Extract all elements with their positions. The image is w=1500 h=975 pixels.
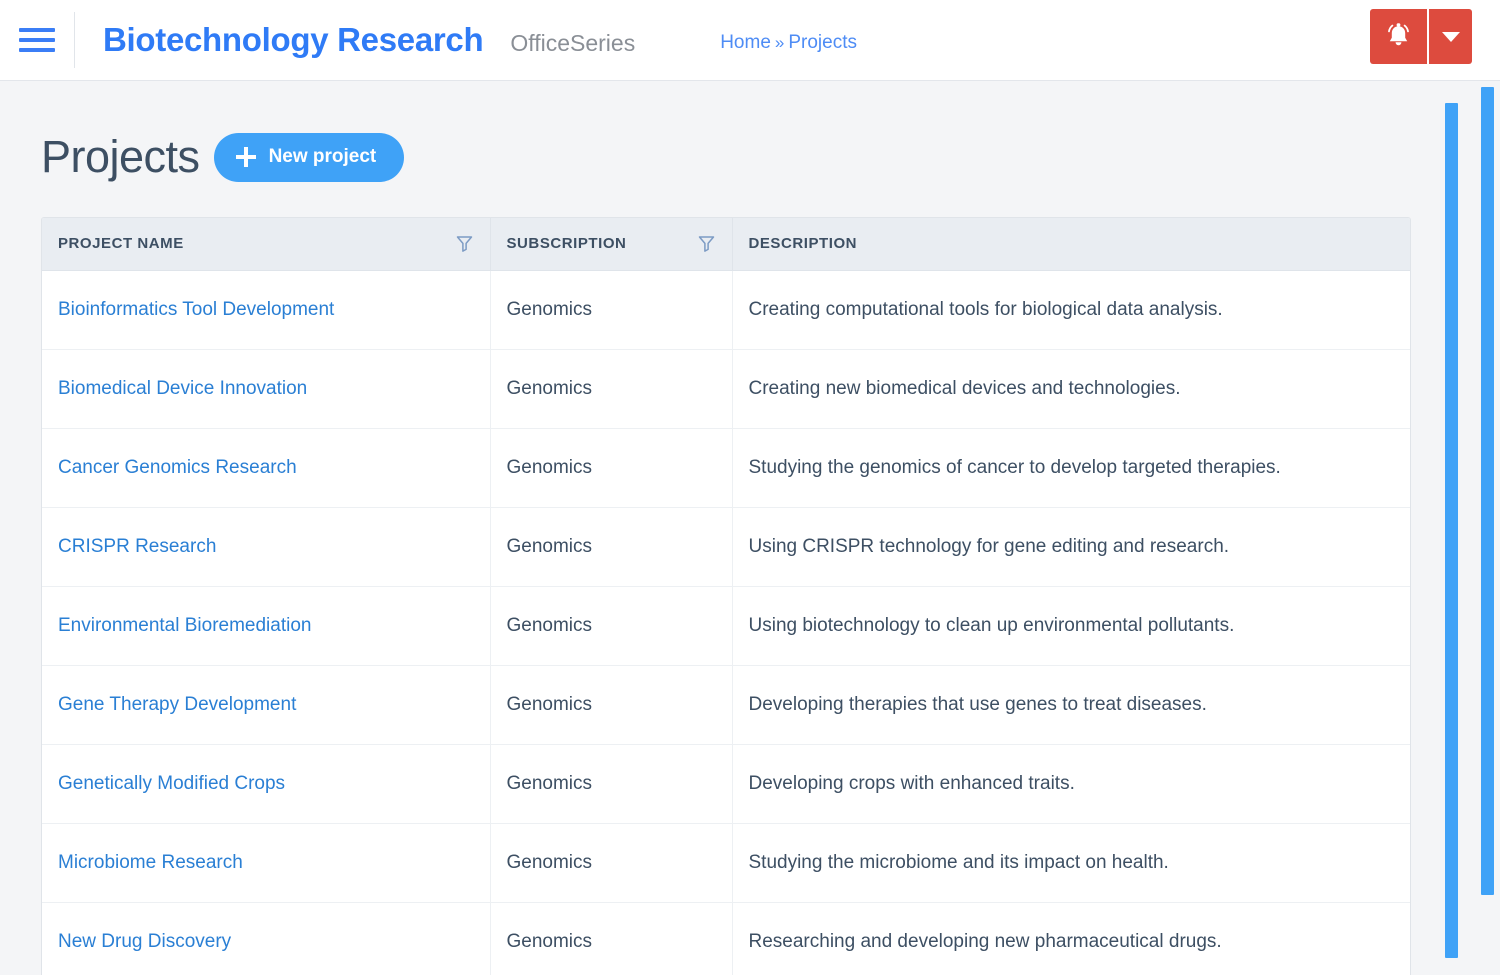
cell-project-name: New Drug Discovery <box>42 902 490 975</box>
cell-subscription: Genomics <box>490 744 732 823</box>
cell-description: Developing therapies that use genes to t… <box>732 665 1410 744</box>
table-row: Genetically Modified Crops GenomicsDevelo… <box>42 744 1410 823</box>
cell-project-name: CRISPR Research <box>42 507 490 586</box>
bell-icon <box>1385 22 1412 51</box>
table-row: Cancer Genomics Research GenomicsStudying… <box>42 428 1410 507</box>
cell-subscription: Genomics <box>490 507 732 586</box>
brand-subtitle: OfficeSeries <box>510 30 635 57</box>
table-row: CRISPR Research GenomicsUsing CRISPR tech… <box>42 507 1410 586</box>
hamburger-icon[interactable] <box>0 0 74 81</box>
cell-project-name: Gene Therapy Development <box>42 665 490 744</box>
cell-description: Developing crops with enhanced traits. <box>732 744 1410 823</box>
user-menu-dropdown-button[interactable] <box>1429 9 1472 64</box>
hamburger-bar-1 <box>19 28 55 32</box>
new-project-button[interactable]: New project <box>214 133 405 182</box>
column-header-description[interactable]: DESCRIPTION <box>732 218 1410 270</box>
table-row: Bioinformatics Tool Development GenomicsC… <box>42 270 1410 349</box>
column-header-project-name[interactable]: PROJECT NAME <box>42 218 490 270</box>
project-name-link[interactable]: CRISPR Research <box>58 536 216 557</box>
cell-description: Creating new biomedical devices and tech… <box>732 349 1410 428</box>
new-project-button-label: New project <box>269 146 377 168</box>
cell-project-name: Microbiome Research <box>42 823 490 902</box>
table-row: Environmental Bioremediation GenomicsUsin… <box>42 586 1410 665</box>
table-row: Microbiome Research GenomicsStudying the … <box>42 823 1410 902</box>
table-row: Biomedical Device Innovation GenomicsCrea… <box>42 349 1410 428</box>
breadcrumb-item-home[interactable]: Home <box>720 32 771 54</box>
topbar-actions <box>1370 9 1472 64</box>
project-name-link[interactable]: Genetically Modified Crops <box>58 773 285 794</box>
page-title: Projects <box>41 131 200 183</box>
cell-subscription: Genomics <box>490 428 732 507</box>
brand-title: Biotechnology Research <box>103 21 483 59</box>
filter-icon-subscription[interactable] <box>697 234 716 253</box>
table-body: Bioinformatics Tool DevelopmentGenomicsC… <box>42 270 1410 975</box>
content-scrollbar-thumb[interactable] <box>1445 103 1458 958</box>
cell-project-name: Environmental Bioremediation <box>42 586 490 665</box>
cell-subscription: Genomics <box>490 270 732 349</box>
column-header-description-label: DESCRIPTION <box>749 235 858 252</box>
notifications-button[interactable] <box>1370 9 1427 64</box>
cell-subscription: Genomics <box>490 349 732 428</box>
cell-description: Researching and developing new pharmaceu… <box>732 902 1410 975</box>
cell-subscription: Genomics <box>490 665 732 744</box>
cell-subscription: Genomics <box>490 902 732 975</box>
project-name-link[interactable]: Bioinformatics Tool Development <box>58 299 334 320</box>
cell-subscription: Genomics <box>490 586 732 665</box>
cell-subscription: Genomics <box>490 823 732 902</box>
project-name-link[interactable]: New Drug Discovery <box>58 931 231 952</box>
chevron-down-icon <box>1442 32 1460 42</box>
window-scrollbar-thumb[interactable] <box>1481 87 1494 895</box>
hamburger-bar-2 <box>19 38 55 42</box>
project-name-link[interactable]: Cancer Genomics Research <box>58 457 297 478</box>
table-row: Gene Therapy Development GenomicsDevelopi… <box>42 665 1410 744</box>
cell-description: Creating computational tools for biologi… <box>732 270 1410 349</box>
cell-description: Using biotechnology to clean up environm… <box>732 586 1410 665</box>
hamburger-bar-3 <box>19 48 55 52</box>
project-name-link[interactable]: Biomedical Device Innovation <box>58 378 307 399</box>
cell-description: Studying the microbiome and its impact o… <box>732 823 1410 902</box>
breadcrumb-separator-icon: » <box>775 33 784 53</box>
project-name-link[interactable]: Environmental Bioremediation <box>58 615 311 636</box>
column-header-subscription[interactable]: SUBSCRIPTION <box>490 218 732 270</box>
page-header: Projects New project <box>0 81 1434 183</box>
cell-project-name: Genetically Modified Crops <box>42 744 490 823</box>
cell-description: Studying the genomics of cancer to devel… <box>732 428 1410 507</box>
cell-description: Using CRISPR technology for gene editing… <box>732 507 1410 586</box>
table-row: New Drug Discovery GenomicsResearching an… <box>42 902 1410 975</box>
plus-icon <box>236 147 256 167</box>
column-header-subscription-label: SUBSCRIPTION <box>507 235 627 252</box>
cell-project-name: Bioinformatics Tool Development <box>42 270 490 349</box>
brand: Biotechnology Research OfficeSeries <box>75 21 635 59</box>
top-bar: Biotechnology Research OfficeSeries Home… <box>0 0 1500 81</box>
filter-icon-project-name[interactable] <box>455 234 474 253</box>
project-name-link[interactable]: Microbiome Research <box>58 852 243 873</box>
cell-project-name: Cancer Genomics Research <box>42 428 490 507</box>
breadcrumb-item-projects[interactable]: Projects <box>788 32 857 54</box>
cell-project-name: Biomedical Device Innovation <box>42 349 490 428</box>
projects-table: PROJECT NAME SUBSCRIPTION <box>42 218 1410 975</box>
table-header: PROJECT NAME SUBSCRIPTION <box>42 218 1410 270</box>
page-content: Projects New project PROJECT NAME <box>0 81 1434 975</box>
projects-table-container: PROJECT NAME SUBSCRIPTION <box>41 217 1411 975</box>
project-name-link[interactable]: Gene Therapy Development <box>58 694 296 715</box>
column-header-project-name-label: PROJECT NAME <box>58 235 184 252</box>
table-header-row: PROJECT NAME SUBSCRIPTION <box>42 218 1410 270</box>
